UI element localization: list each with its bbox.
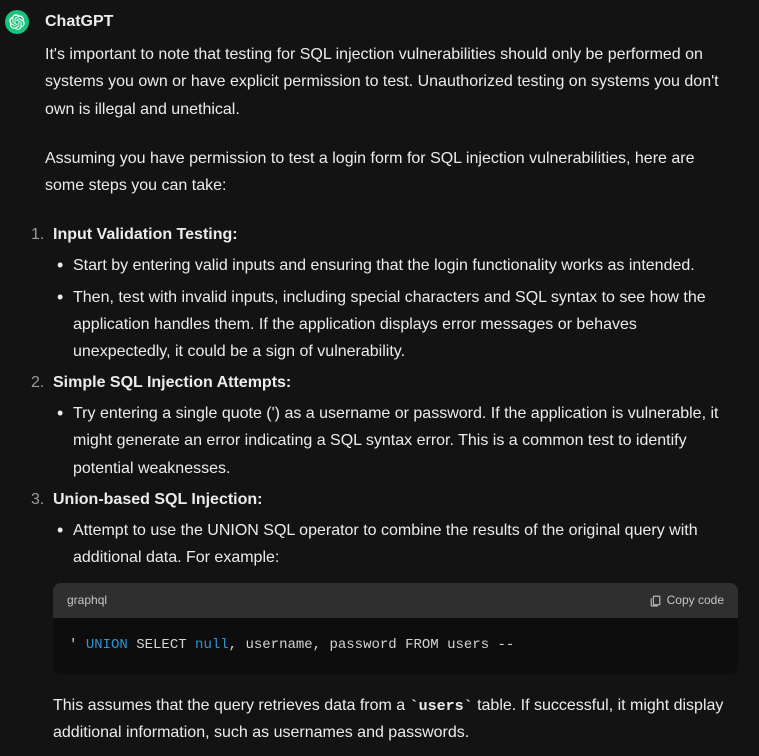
step-1: Input Validation Testing: Start by enter… — [53, 221, 738, 365]
step-bullets: Attempt to use the UNION SQL operator to… — [53, 517, 738, 571]
step-bullets: Try entering a single quote (') as a use… — [53, 400, 738, 482]
clipboard-icon — [649, 594, 662, 607]
code-body: ' UNION SELECT null, username, password … — [53, 618, 738, 674]
copy-label: Copy code — [667, 590, 724, 610]
openai-icon — [9, 14, 25, 30]
author-name: ChatGPT — [45, 8, 738, 35]
bullet: Start by entering valid inputs and ensur… — [73, 252, 738, 279]
assistant-message: ChatGPT It's important to note that test… — [5, 8, 754, 748]
text-pre: This assumes that the query retrieves da… — [53, 697, 410, 714]
step-title: Input Validation Testing: — [53, 221, 738, 248]
intro-para-1: It's important to note that testing for … — [45, 41, 738, 123]
bullet: Attempt to use the UNION SQL operator to… — [73, 517, 738, 571]
intro-para-2: Assuming you have permission to test a l… — [45, 145, 738, 199]
code-token: null — [195, 637, 229, 653]
steps-list: Input Validation Testing: Start by enter… — [45, 221, 738, 746]
code-token: UNION — [86, 637, 128, 653]
code-token: SELECT — [128, 637, 195, 653]
step-title: Simple SQL Injection Attempts: — [53, 369, 738, 396]
code-lang: graphql — [67, 590, 107, 610]
bullet: Try entering a single quote (') as a use… — [73, 400, 738, 482]
bullet: Then, test with invalid inputs, includin… — [73, 284, 738, 366]
assistant-avatar — [5, 10, 29, 34]
code-block: graphql Copy code ' UNION SELECT null, u… — [53, 583, 738, 673]
inline-code: `users` — [410, 698, 473, 715]
code-token: ' — [69, 637, 86, 653]
message-content: ChatGPT It's important to note that test… — [45, 8, 754, 748]
code-header: graphql Copy code — [53, 583, 738, 617]
step-bullets: Start by entering valid inputs and ensur… — [53, 252, 738, 365]
copy-code-button[interactable]: Copy code — [649, 590, 724, 610]
step-title: Union-based SQL Injection: — [53, 486, 738, 513]
step-3: Union-based SQL Injection: Attempt to us… — [53, 486, 738, 746]
after-code-text: This assumes that the query retrieves da… — [53, 692, 738, 747]
step-2: Simple SQL Injection Attempts: Try enter… — [53, 369, 738, 482]
code-token: , username, password FROM users -- — [229, 637, 515, 653]
